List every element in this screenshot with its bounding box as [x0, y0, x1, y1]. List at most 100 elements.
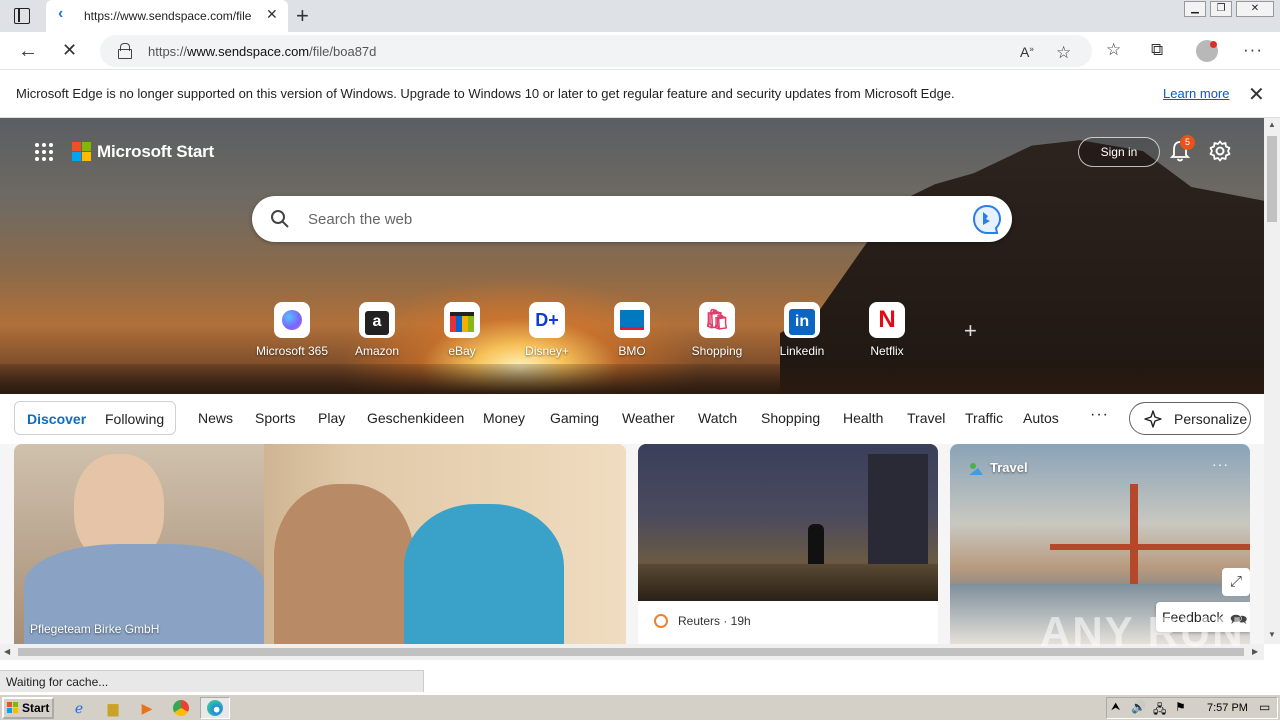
hero-ground [0, 364, 1264, 394]
nav-weather[interactable]: Weather [622, 410, 675, 426]
hero-background: Microsoft Start Sign in 5 Search the web… [0, 118, 1264, 394]
add-tile-icon[interactable]: + [964, 318, 977, 344]
address-bar[interactable]: https://www.sendspace.com/file/boa87d A»… [100, 35, 1092, 67]
tile-disney-plus[interactable]: D+ Disney+ [502, 302, 592, 362]
search-icon[interactable] [270, 209, 290, 229]
tile-microsoft-365[interactable]: Microsoft 365 [247, 302, 337, 362]
start-button[interactable]: Start [2, 697, 54, 719]
search-placeholder[interactable]: Search the web [308, 211, 412, 228]
nav-money[interactable]: Money [483, 410, 525, 426]
nav-traffic[interactable]: Traffic [965, 410, 1003, 426]
vertical-scrollbar[interactable]: ▲ ▼ [1264, 118, 1280, 644]
volume-icon[interactable]: 🔊 [1131, 700, 1146, 714]
network-icon[interactable]: 🖧 [1153, 700, 1166, 721]
file-explorer-icon[interactable]: ▆ [102, 697, 124, 719]
read-aloud-icon[interactable]: A» [1020, 44, 1034, 60]
minimize-button[interactable]: ▁ [1184, 1, 1206, 17]
learn-more-link[interactable]: Learn more [1163, 86, 1229, 101]
nav-more-icon[interactable]: ··· [1090, 406, 1109, 424]
chrome-icon[interactable] [170, 697, 192, 719]
back-icon[interactable]: ← [18, 40, 38, 63]
shopping-icon: 🛍 [699, 302, 735, 338]
active-tab[interactable]: ‹ https://www.sendspace.com/file ✕ [46, 0, 288, 32]
taskbar: Start ℯ ▆ ▶ ⮝ 🔊 🖧 ⚑ 7:57 PM ▭ [0, 694, 1280, 720]
scroll-right-arrow-icon[interactable]: ▶ [1252, 647, 1258, 656]
scroll-left-arrow-icon[interactable]: ◀ [4, 647, 10, 656]
nav-gaming[interactable]: Gaming [550, 410, 599, 426]
close-infobar-icon[interactable]: ✕ [1248, 82, 1265, 107]
nav-shopping[interactable]: Shopping [761, 410, 820, 426]
close-tab-icon[interactable]: ✕ [266, 6, 278, 23]
profile-avatar[interactable] [1196, 40, 1218, 62]
nav-health[interactable]: Health [843, 410, 883, 426]
sign-in-button[interactable]: Sign in [1078, 137, 1160, 167]
tab-discover[interactable]: Discover [27, 411, 86, 427]
web-search-box[interactable]: Search the web [252, 196, 1012, 242]
ms365-icon [274, 302, 310, 338]
collections-icon[interactable]: ⧉ [1151, 40, 1163, 60]
anyrun-watermark: ANY RUN [1040, 608, 1245, 655]
card-more-icon[interactable]: ··· [1212, 456, 1229, 472]
sparkle-icon [1144, 410, 1162, 428]
vertical-scroll-thumb[interactable] [1267, 136, 1277, 222]
tile-amazon[interactable]: a Amazon [332, 302, 422, 362]
lock-icon[interactable] [118, 43, 132, 59]
settings-gear-icon[interactable] [1209, 140, 1231, 162]
card-photo-nurse [404, 504, 564, 644]
microsoft-logo-icon[interactable] [72, 142, 92, 162]
tile-ebay[interactable]: eBay [417, 302, 507, 362]
show-desktop-icon[interactable]: ▭ [1259, 700, 1270, 714]
loading-icon: ‹ [58, 5, 64, 22]
internet-explorer-icon[interactable]: ℯ [68, 697, 90, 719]
brand-name[interactable]: Microsoft Start [97, 142, 214, 162]
bing-chat-icon[interactable] [970, 203, 1004, 237]
tile-linkedin[interactable]: in Linkedin [757, 302, 847, 362]
add-favorite-icon[interactable]: ☆ [1056, 43, 1071, 63]
edge-icon[interactable] [200, 697, 230, 719]
disney-icon: D+ [529, 302, 565, 338]
news-source: Reuters · 19h [678, 614, 751, 628]
scroll-down-arrow-icon[interactable]: ▼ [1268, 630, 1276, 639]
expand-icon[interactable]: ⤢ [1222, 568, 1250, 596]
status-text: Waiting for cache... [6, 675, 109, 689]
netflix-icon: N [869, 302, 905, 338]
media-player-icon[interactable]: ▶ [136, 697, 158, 719]
tile-label: Linkedin [779, 344, 825, 358]
tab-actions-icon[interactable] [14, 8, 30, 24]
tile-label: Netflix [870, 344, 904, 358]
app-launcher-icon[interactable] [35, 143, 53, 161]
more-options-icon[interactable]: ··· [1243, 40, 1263, 60]
restore-button[interactable]: ❐ [1210, 1, 1232, 17]
clock[interactable]: 7:57 PM [1207, 702, 1248, 714]
tile-netflix[interactable]: N Netflix [842, 302, 932, 362]
tile-label: Shopping [691, 344, 743, 358]
news-card-image [638, 444, 938, 601]
tray-expand-icon[interactable]: ⮝ [1111, 701, 1120, 714]
personalize-button[interactable]: Personalize [1129, 402, 1251, 435]
tile-shopping[interactable]: 🛍 Shopping [672, 302, 762, 362]
bridge-deck [1050, 544, 1250, 550]
action-center-flag-icon[interactable]: ⚑ [1175, 700, 1186, 714]
news-card[interactable]: Reuters · 19h [638, 444, 938, 644]
nav-play[interactable]: Play [318, 410, 345, 426]
sponsor-name: Pflegeteam Birke GmbH [30, 622, 160, 636]
scroll-up-arrow-icon[interactable]: ▲ [1268, 120, 1276, 129]
nav-travel[interactable]: Travel [907, 410, 945, 426]
travel-label: Travel [990, 460, 1028, 475]
new-tab-icon[interactable]: + [296, 3, 309, 29]
nav-news[interactable]: News [198, 410, 233, 426]
toolbar: ← ✕ https://www.sendspace.com/file/boa87… [0, 32, 1280, 70]
sponsored-card[interactable]: Pflegeteam Birke GmbH [14, 444, 626, 644]
nav-geschenkideen[interactable]: Geschenkideen [367, 410, 464, 426]
nav-watch[interactable]: Watch [698, 410, 737, 426]
favorites-icon[interactable]: ☆ [1106, 40, 1121, 60]
nav-sports[interactable]: Sports [255, 410, 295, 426]
tab-following[interactable]: Following [105, 411, 164, 427]
status-bar: Waiting for cache... [0, 670, 424, 692]
url-text[interactable]: https://www.sendspace.com/file/boa87d [148, 44, 376, 59]
reuters-icon [654, 614, 668, 628]
stop-loading-icon[interactable]: ✕ [62, 40, 77, 61]
nav-autos[interactable]: Autos [1023, 410, 1059, 426]
tile-bmo[interactable]: BMO [587, 302, 677, 362]
close-window-button[interactable]: ✕ [1236, 1, 1274, 17]
